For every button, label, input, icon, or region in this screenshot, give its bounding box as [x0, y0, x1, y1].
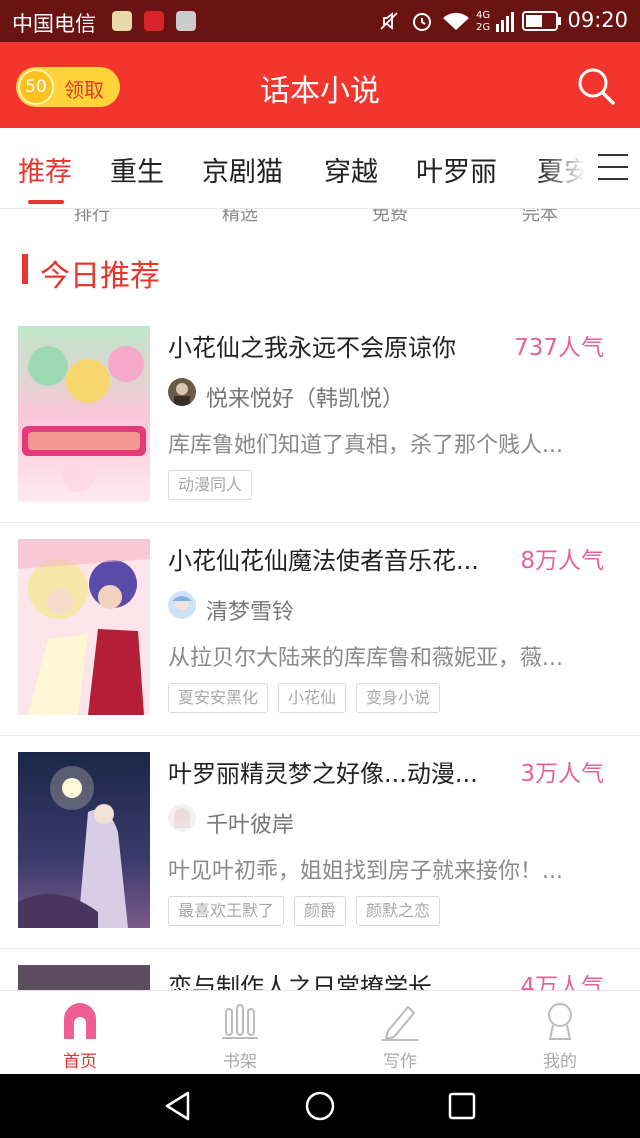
- author-avatar: [168, 591, 196, 619]
- tab-recommend[interactable]: 推荐: [18, 150, 72, 189]
- author-name[interactable]: 千叶彼岸: [206, 807, 294, 839]
- pencil-icon: [382, 1006, 418, 1041]
- popularity-count: 8万人气: [520, 548, 604, 574]
- notification-app-icon: [112, 11, 132, 31]
- battery-icon: [522, 11, 561, 31]
- app-header: 50 领取 话本小说: [0, 42, 640, 128]
- nav-home-label: 首页: [63, 1052, 97, 1072]
- nav-bookshelf[interactable]: 书架: [160, 991, 320, 1075]
- svg-text:4G: 4G: [476, 10, 490, 21]
- nav-profile[interactable]: 我的: [480, 991, 640, 1075]
- tab-time-travel[interactable]: 穿越: [324, 150, 378, 189]
- book-cover: [18, 539, 150, 715]
- nav-bookshelf-label: 书架: [223, 1052, 257, 1072]
- home-button-icon[interactable]: [304, 1090, 336, 1122]
- back-icon[interactable]: [162, 1090, 194, 1122]
- book-tag[interactable]: 动漫同人: [168, 470, 253, 500]
- search-icon[interactable]: [574, 64, 618, 108]
- profile-icon: [548, 1003, 572, 1040]
- book-item[interactable]: 小花仙之我永远不会原谅你 737人气 悦来悦好（韩凯悦） 库库鲁她们知道了真相，…: [0, 310, 640, 523]
- book-tags: 夏安安黑化 小花仙 变身小说: [168, 683, 441, 713]
- book-title: 叶罗丽精灵梦之好像...动漫...: [168, 760, 478, 788]
- book-tag[interactable]: 夏安安黑化: [168, 683, 269, 713]
- book-cover: [18, 965, 150, 990]
- wifi-icon: [443, 12, 469, 30]
- tab-rebirth[interactable]: 重生: [110, 150, 164, 189]
- quick-nav-rank[interactable]: 排行: [74, 209, 110, 225]
- book-title: 小花仙之我永远不会原谅你: [168, 334, 456, 362]
- book-title: 恋与制作人之日常撩学长: [168, 973, 432, 990]
- book-tag[interactable]: 最喜欢王默了: [168, 896, 285, 926]
- signal-icon: 4G 2G: [476, 10, 514, 33]
- popularity-count: 4万人气: [520, 974, 604, 990]
- book-description: 叶见叶初乖，姐姐找到房子就来接你！...: [168, 859, 563, 884]
- quick-nav-completed[interactable]: 完本: [522, 209, 558, 225]
- video-notification-icon: [144, 11, 164, 31]
- popularity-count: 3万人气: [520, 761, 604, 787]
- svg-text:2G: 2G: [476, 22, 490, 33]
- active-tab-indicator: [28, 200, 64, 204]
- author-name[interactable]: 悦来悦好（韩凯悦）: [206, 381, 404, 413]
- book-item[interactable]: 叶罗丽精灵梦之好像...动漫... 3万人气 千叶彼岸 叶见叶初乖，姐姐找到房子…: [0, 736, 640, 949]
- book-tag[interactable]: 变身小说: [356, 683, 441, 713]
- bottom-navigation: 首页 书架 写作 我的: [0, 990, 640, 1074]
- nav-home[interactable]: 首页: [0, 991, 160, 1075]
- status-bar: 中国电信 4G 2G 09:20: [0, 0, 640, 42]
- mute-icon: [380, 12, 398, 30]
- section-accent-bar: [22, 254, 28, 284]
- recent-apps-icon[interactable]: [446, 1090, 478, 1122]
- bookshelf-icon: [222, 1004, 258, 1039]
- popularity-count: 737人气: [514, 335, 604, 361]
- book-list: 小花仙之我永远不会原谅你 737人气 悦来悦好（韩凯悦） 库库鲁她们知道了真相，…: [0, 310, 640, 990]
- carrier-label: 中国电信: [12, 12, 96, 36]
- author-name[interactable]: 清梦雪铃: [206, 594, 294, 626]
- nav-write[interactable]: 写作: [320, 991, 480, 1075]
- book-cover: [18, 752, 150, 928]
- author-avatar: [168, 378, 196, 406]
- book-cover: [18, 326, 150, 502]
- clock: 09:20: [567, 8, 628, 32]
- nav-profile-label: 我的: [543, 1052, 577, 1072]
- app-title: 话本小说: [260, 74, 380, 109]
- quick-nav-featured[interactable]: 精选: [222, 209, 258, 225]
- system-navigation-bar: [0, 1074, 640, 1138]
- book-title: 小花仙花仙魔法使者音乐花...: [168, 547, 479, 575]
- home-icon: [64, 1003, 96, 1039]
- author-avatar: [168, 804, 196, 832]
- book-tag[interactable]: 颜爵: [294, 896, 347, 926]
- quick-nav-free[interactable]: 免费: [372, 209, 408, 225]
- nav-write-label: 写作: [383, 1052, 417, 1072]
- book-item[interactable]: 小花仙花仙魔法使者音乐花... 8万人气 清梦雪铃 从拉贝尔大陆来的库库鲁和薇妮…: [0, 523, 640, 736]
- book-tag[interactable]: 小花仙: [278, 683, 347, 713]
- tab-opera-cat[interactable]: 京剧猫: [202, 150, 283, 189]
- more-categories-menu-icon[interactable]: [598, 154, 628, 182]
- category-tabs: 推荐 重生 京剧猫 穿越 叶罗丽 夏安: [0, 128, 640, 209]
- alarm-icon: [413, 13, 431, 31]
- book-description: 库库鲁她们知道了真相，杀了那个贱人...: [168, 433, 563, 458]
- section-title: 今日推荐: [40, 259, 160, 294]
- qr-notification-icon: [176, 11, 196, 31]
- book-tag[interactable]: 颜默之恋: [356, 896, 441, 926]
- book-tags: 动漫同人: [168, 470, 253, 500]
- quick-nav-row: 排行 精选 免费 完本: [0, 209, 640, 225]
- book-tags: 最喜欢王默了 颜爵 颜默之恋: [168, 896, 441, 926]
- book-item[interactable]: 恋与制作人之日常撩学长 4万人气: [0, 949, 640, 990]
- tab-yeloli[interactable]: 叶罗丽: [416, 150, 497, 189]
- book-description: 从拉贝尔大陆来的库库鲁和薇妮亚，薇...: [168, 646, 563, 671]
